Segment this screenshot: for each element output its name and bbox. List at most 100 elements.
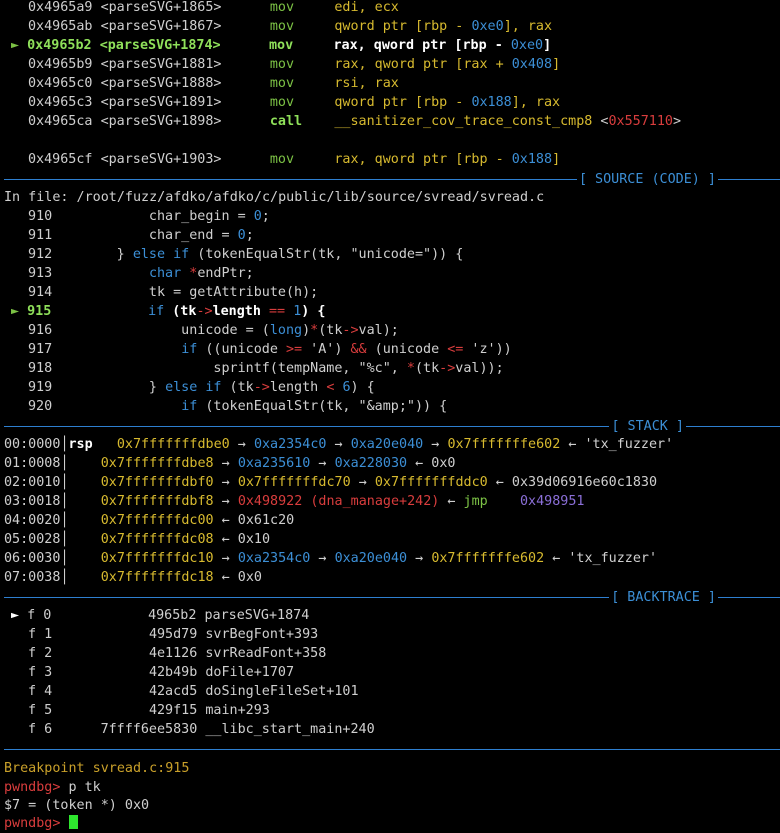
disasm-line: 0x4965ab <parseSVG+1867> mov qword ptr […: [28, 17, 552, 36]
command-line: pwndbg> p tk: [4, 778, 101, 797]
code-token: parseSVG+1874: [204, 608, 310, 623]
stack-entry: 03:0018│ 0x7fffffffdbf8 → 0x498922 (dna_…: [4, 492, 584, 511]
section-label: [ SOURCE (CODE) ]: [576, 170, 718, 189]
code-token: 0xa228030: [334, 456, 408, 471]
source-line: 912 } else if (tokenEqualStr(tk, "unicod…: [28, 245, 463, 264]
code-token: val));: [455, 361, 504, 376]
backtrace-frame[interactable]: f 6 7ffff6ee5830 __libc_start_main+240: [28, 720, 375, 739]
code-token: 0xa2354c0: [237, 551, 311, 566]
disasm-line: ► 0x4965b2 <parseSVG+1874> mov rax, qwor…: [11, 36, 551, 55]
code-token: ←: [544, 551, 569, 566]
code-token: ←: [439, 494, 464, 509]
code-token: 'tx_fuzzer': [584, 437, 674, 452]
input-prompt[interactable]: pwndbg>: [4, 814, 78, 833]
code-token: →: [213, 551, 238, 566]
code-token: rsp: [68, 437, 93, 452]
code-token: ← 0x61c20: [213, 513, 295, 528]
code-token: <: [592, 114, 609, 129]
code-token: │: [60, 570, 69, 585]
disasm-line: 0x4965a9 <parseSVG+1865> mov edi, ecx: [28, 0, 399, 17]
code-token: else if: [132, 247, 190, 262]
code-token: (tokenEqualStr(tk, "&amp;")) {: [197, 399, 448, 414]
code-token: 0xa2354c0: [253, 437, 327, 452]
code-token: <parseSVG+1891>: [100, 95, 222, 110]
backtrace-frame[interactable]: f 1 495d79 svrBegFont+393: [28, 625, 318, 644]
code-token: jmp: [463, 494, 488, 509]
code-token: "unicode=": [350, 247, 432, 262]
code-token: mov: [269, 0, 295, 15]
code-token: Breakpoint svread.c:915: [4, 761, 190, 776]
code-token: 0x7fffffffe602: [447, 437, 561, 452]
disasm-line: 0x4965ca <parseSVG+1898> call __sanitize…: [28, 112, 681, 131]
code-token: f 2: [28, 646, 53, 661]
stack-entry: 00:0000│rsp 0x7fffffffdbe0 → 0xa2354c0 →…: [4, 435, 673, 454]
code-token: 910: [28, 209, 53, 224]
source-line: 917 if ((unicode >= 'A') && (unicode <= …: [28, 340, 512, 359]
code-token: →: [326, 437, 351, 452]
code-token: 0x7fffffffdc00: [100, 513, 214, 528]
current-line-arrow-icon: ►: [11, 304, 28, 319]
backtrace-frame[interactable]: f 3 42b49b doFile+1707: [28, 663, 294, 682]
backtrace-frame[interactable]: f 5 429f15 main+293: [28, 701, 270, 720]
code-token: <=: [447, 342, 464, 357]
code-token: 6: [342, 380, 351, 395]
section-label: [ BACKTRACE ]: [609, 588, 718, 607]
code-token: ): [302, 323, 311, 338]
code-token: →: [229, 437, 254, 452]
code-token: 916: [28, 323, 53, 338]
code-token: $7 = (token *) 0x0: [4, 798, 150, 813]
code-token: 0x7fffffffdbf0: [100, 475, 214, 490]
code-token: 'A'): [302, 342, 351, 357]
code-token: qword ptr [rbp -: [334, 95, 472, 110]
backtrace-frame[interactable]: f 4 42acd5 doSingleFileSet+101: [28, 682, 359, 701]
code-token: 0x7fffffffdbf8: [100, 494, 214, 509]
code-token: 0x557110: [608, 114, 673, 129]
code-token: (tk: [318, 323, 343, 338]
code-token: │: [60, 513, 69, 528]
code-token: f 6: [28, 722, 53, 737]
stack-entry: 02:0010│ 0x7fffffffdbf0 → 0x7fffffffdc70…: [4, 473, 657, 492]
code-token: 429f15: [148, 703, 198, 718]
backtrace-frame[interactable]: f 2 4e1126 svrReadFont+358: [28, 644, 326, 663]
stack-entry: 04:0020│ 0x7fffffffdc00 ← 0x61c20: [4, 511, 294, 530]
source-line: 918 sprintf(tempName, "%c", *(tk->val));: [28, 359, 504, 378]
backtrace-frame[interactable]: ► f 0 4965b2 parseSVG+1874: [11, 606, 309, 625]
code-token: length: [212, 304, 269, 319]
code-token: 04:0020: [4, 513, 61, 528]
code-token: 0x4965cf: [28, 152, 93, 167]
code-token: ->: [439, 361, 456, 376]
code-token: f 3: [28, 665, 53, 680]
code-token: 42b49b: [148, 665, 198, 680]
code-token: <parseSVG+1898>: [100, 114, 222, 129]
cursor[interactable]: [68, 815, 78, 829]
code-token: 914: [28, 285, 53, 300]
code-token: 0x498922 (dna_manage+242): [237, 494, 440, 509]
code-token: 06:0030: [4, 551, 61, 566]
code-token: →: [423, 437, 448, 452]
code-token: if: [148, 304, 165, 319]
code-token: char: [148, 266, 182, 281]
code-token: →: [213, 456, 238, 471]
code-token: 0x4965a9: [28, 0, 93, 15]
code-token: }: [52, 247, 133, 262]
